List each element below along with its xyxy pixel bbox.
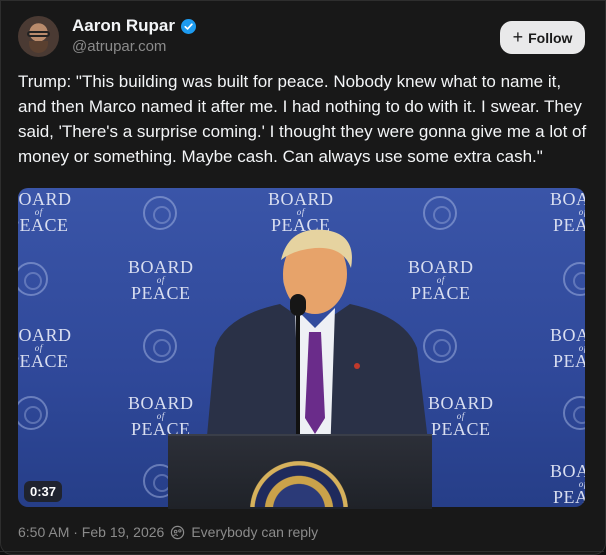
post-text: Trump: "This building was built for peac…: [18, 72, 587, 166]
video-duration-badge: 0:37: [24, 481, 63, 502]
post-timestamp[interactable]: 6:50 AM · Feb 19, 2026: [18, 524, 164, 540]
speaker-figure: [205, 229, 430, 458]
backdrop-seal-icon: [143, 329, 177, 363]
backdrop-logo: BOARDofPEACE: [18, 189, 72, 235]
follow-button-label: Follow: [528, 29, 573, 46]
backdrop-logo: BOARDofPEACE: [550, 189, 585, 235]
everyone-reply-icon: [171, 525, 185, 539]
backdrop-seal-icon: [563, 262, 585, 296]
backdrop-seal-icon: [18, 262, 48, 296]
author-name-row: Aaron Rupar: [72, 16, 196, 36]
backdrop-seal-icon: [143, 196, 177, 230]
backdrop-seal-icon: [423, 196, 457, 230]
backdrop-seal-icon: [563, 396, 585, 430]
microphone-stand: [296, 300, 300, 436]
reply-setting-label: Everybody can reply: [191, 524, 319, 540]
backdrop-logo: BOARDofPEACE: [550, 325, 585, 371]
plus-icon: +: [512, 26, 524, 47]
backdrop-logo: BOARDofPEACE: [128, 393, 194, 439]
author-avatar[interactable]: [18, 16, 59, 57]
backdrop-seal-icon: [18, 396, 48, 430]
author-handle[interactable]: @atrupar.com: [72, 38, 166, 55]
avatar-beard: [29, 41, 48, 53]
follow-button[interactable]: + Follow: [500, 21, 585, 54]
avatar-glasses: [27, 31, 50, 37]
backdrop-logo: BOARDofPEACE: [128, 257, 194, 303]
post-footer: 6:50 AM · Feb 19, 2026 Everybody can rep…: [18, 524, 318, 540]
author-name[interactable]: Aaron Rupar: [72, 16, 175, 36]
verified-badge-icon: [180, 18, 196, 34]
bottom-divider: [0, 551, 604, 552]
backdrop-logo: BOARDofPEACE: [550, 461, 585, 507]
microphone-icon: [290, 294, 306, 316]
podium-seal-clip: [168, 434, 432, 507]
backdrop-logo: BOARDofPEACE: [18, 325, 72, 371]
presidential-seal-icon: [247, 458, 351, 507]
